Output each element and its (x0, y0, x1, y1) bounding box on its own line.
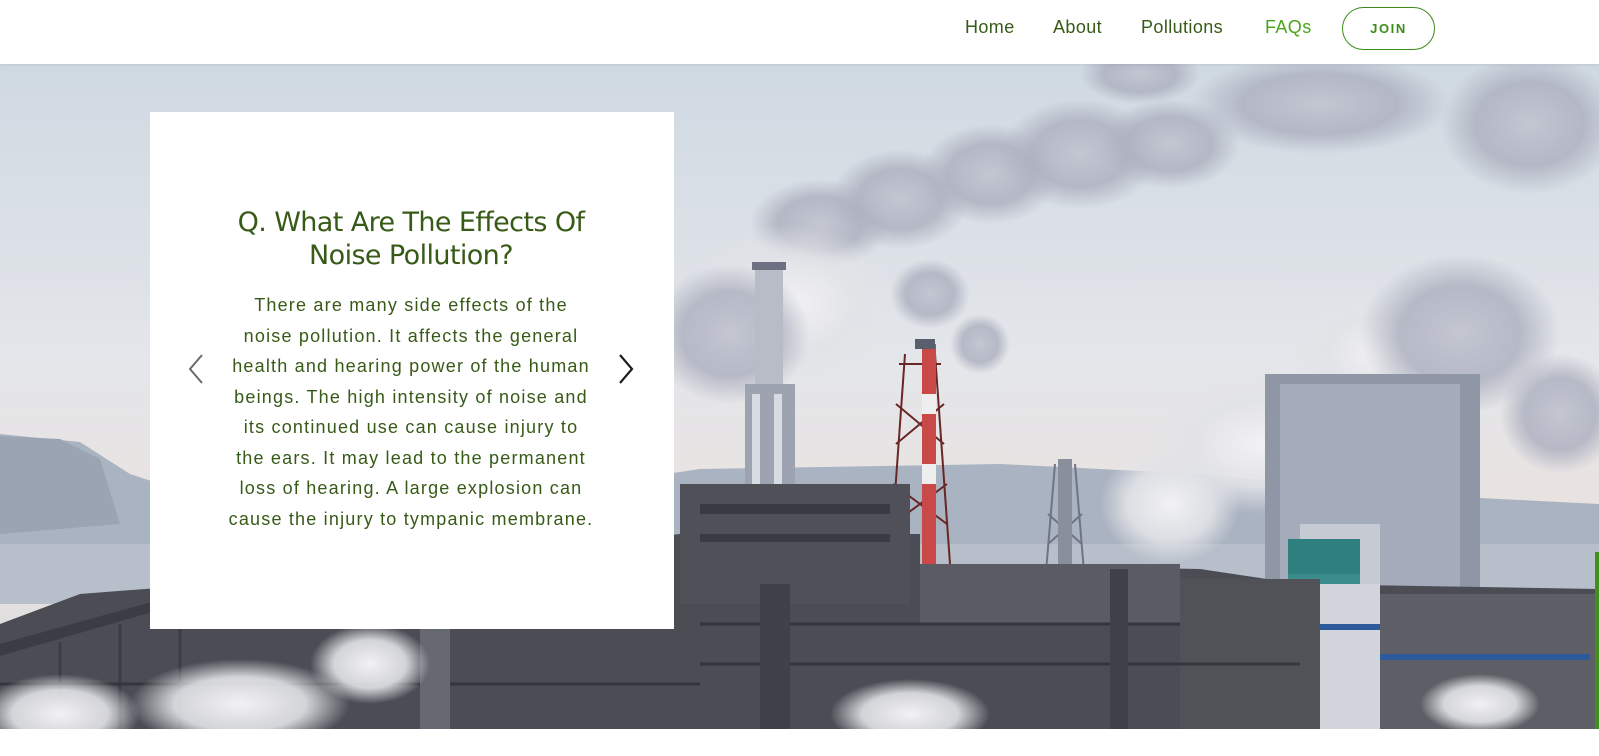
main-nav: Home About Pollutions FAQs JOIN (0, 0, 1599, 56)
faq-question: Q. What Are The Effects Of Noise Polluti… (237, 207, 585, 271)
faq-answer: There are many side effects of the noise… (228, 295, 594, 529)
scroll-indicator (1595, 552, 1599, 729)
nav-link-home[interactable]: Home (965, 17, 1015, 38)
faq-card: Q. What Are The Effects Of Noise Polluti… (150, 112, 674, 629)
nav-link-pollutions[interactable]: Pollutions (1141, 17, 1223, 38)
site-header: Home About Pollutions FAQs JOIN (0, 0, 1599, 64)
carousel-next-button[interactable] (612, 352, 638, 386)
chevron-left-icon (188, 354, 203, 384)
nav-link-about[interactable]: About (1053, 17, 1102, 38)
carousel-prev-button[interactable] (184, 352, 210, 386)
chevron-right-icon (619, 354, 634, 384)
nav-link-faqs[interactable]: FAQs (1265, 17, 1312, 38)
join-button[interactable]: JOIN (1342, 7, 1435, 50)
